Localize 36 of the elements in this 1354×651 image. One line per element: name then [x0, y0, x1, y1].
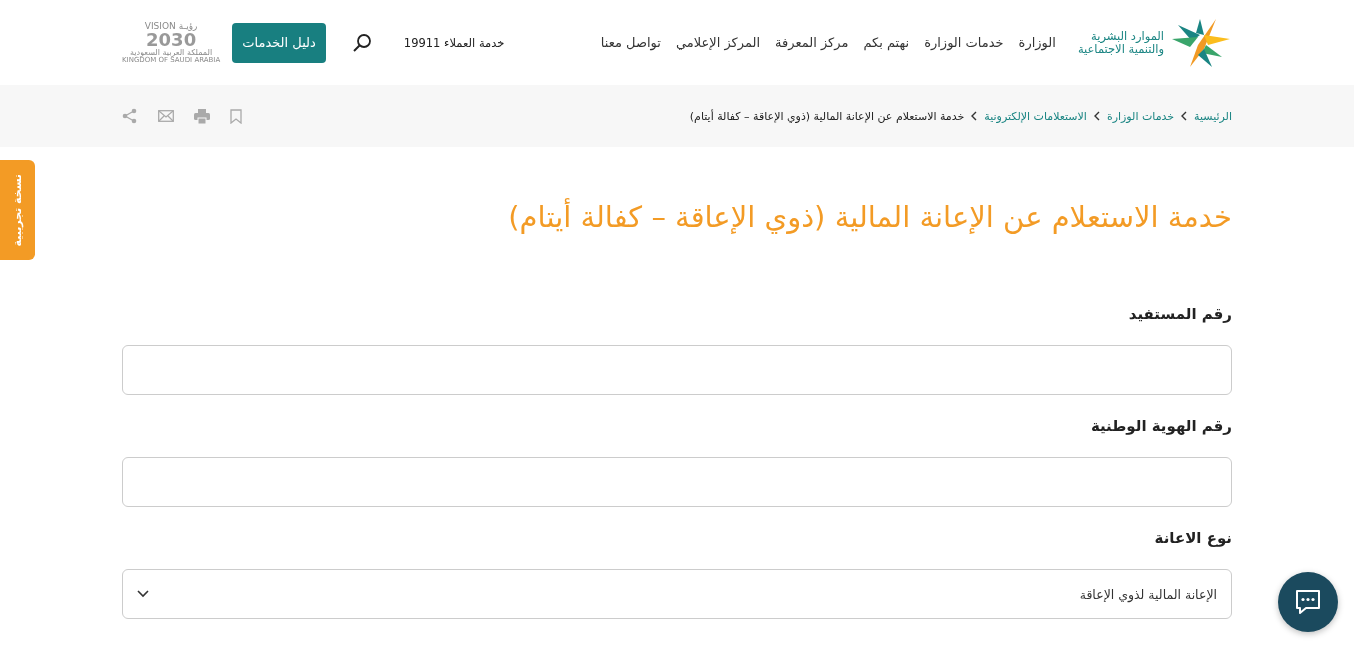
logo-text: رؤيـة: [178, 21, 198, 31]
field-label: رقم الهوية الوطنية: [1089, 416, 1232, 437]
logo-text: VISION: [144, 21, 176, 31]
share-icon[interactable]: [122, 108, 138, 124]
dropdown-field[interactable]: الإعانة المالية لذوي الإعاقة: [122, 569, 1232, 619]
chevron-icon: [1093, 111, 1100, 121]
field-label: رقم المستفيد: [1127, 304, 1232, 325]
logo-text: 2030: [146, 30, 197, 49]
customer-service-number: خدمة العملاء 19911: [403, 35, 505, 50]
nav-link[interactable]: المركز الإعلامي: [675, 35, 761, 50]
nav-link[interactable]: نهتم بكم: [863, 35, 910, 50]
chat-icon: [1294, 589, 1322, 615]
print-icon[interactable]: [194, 108, 210, 124]
breadcrumb-link[interactable]: الاستعلامات الإلكترونية: [984, 109, 1087, 123]
chevron-icon: [971, 111, 978, 121]
bookmark-icon[interactable]: [230, 108, 242, 124]
breadcrumb-link[interactable]: الرئيسية: [1194, 109, 1232, 123]
nav-link[interactable]: الوزارة: [1018, 35, 1056, 50]
mail-icon[interactable]: [158, 110, 174, 122]
input-field[interactable]: [122, 457, 1232, 507]
search-icon[interactable]: [351, 32, 372, 53]
field-label: نوع الاعانة: [1153, 528, 1232, 549]
logo-text: المملكة العربية السعودية: [130, 48, 213, 57]
input-field[interactable]: [122, 345, 1232, 395]
chevron-icon: [1181, 111, 1188, 121]
breadcrumb-link[interactable]: خدمات الوزارة: [1106, 109, 1175, 123]
breadcrumb-link[interactable]: خدمة الاستعلام عن الإعانة المالية (ذوي الإعاقة – كفالة أيتام): [689, 109, 965, 123]
chat-button[interactable]: [1278, 572, 1338, 632]
nav-link[interactable]: تواصل معنا: [600, 35, 661, 50]
page-title: خدمة الاستعلام عن الإعانة المالية (ذوي الإعاقة – كفالة أيتام): [507, 199, 1232, 235]
nav-link[interactable]: مركز المعرفة: [775, 35, 849, 50]
ministry-name: الموارد البشرية: [1091, 29, 1164, 43]
ministry-name: والتنمية الاجتماعية: [1077, 42, 1164, 56]
nav-link[interactable]: خدمات الوزارة: [924, 35, 1004, 50]
chevron-down-icon: [137, 590, 149, 598]
services-guide-button[interactable]: دليل الخدمات: [232, 22, 326, 63]
